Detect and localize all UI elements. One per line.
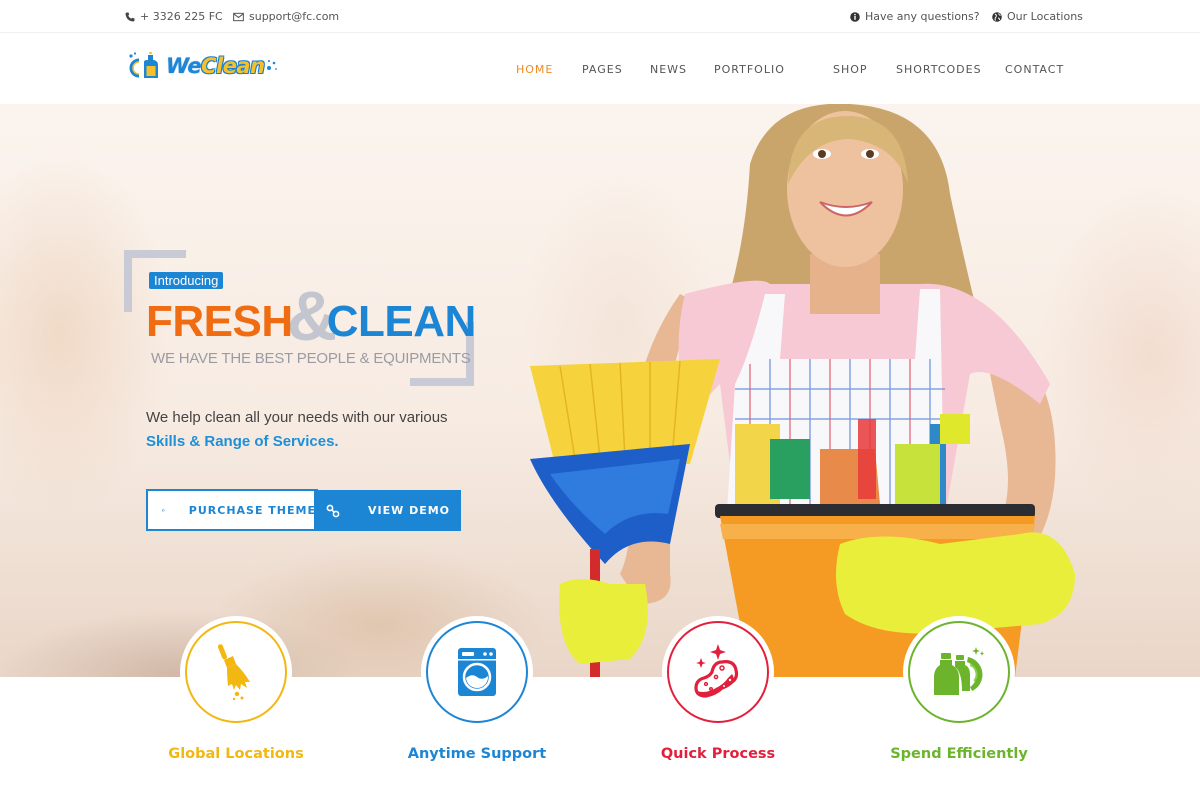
phone-number: + 3326 225 FC	[140, 10, 223, 23]
feature-title: Anytime Support	[407, 746, 547, 762]
feature-quick-process[interactable]	[662, 616, 774, 728]
feature-title: Global Locations	[168, 746, 304, 762]
feature-circle	[908, 621, 1010, 723]
locations-link[interactable]: Our Locations	[992, 10, 1083, 23]
link-icon	[326, 504, 340, 517]
introducing-badge: Introducing	[149, 272, 224, 289]
purchase-theme-button[interactable]: PURCHASE THEME	[146, 489, 318, 531]
info-icon	[850, 11, 860, 22]
envelope-icon	[233, 12, 244, 21]
nav-contact[interactable]: CONTACT	[1005, 63, 1064, 76]
view-demo-button[interactable]: VIEW DEMO	[314, 490, 461, 531]
logo[interactable]: WeClean	[126, 51, 279, 81]
feature-circle	[426, 621, 528, 723]
hero-headline: FRESH&CLEAN	[146, 281, 477, 351]
locations-label: Our Locations	[1007, 10, 1083, 23]
main-header: WeClean HOME PAGES NEWS PORTFOLIO SHOP S…	[0, 33, 1200, 104]
cleaning-bottles-icon	[934, 647, 985, 695]
nav-news[interactable]: NEWS	[650, 63, 687, 76]
feature-title: Quick Process	[660, 746, 776, 762]
nav-home[interactable]: HOME	[516, 63, 553, 76]
nav-shop[interactable]: SHOP	[833, 63, 868, 76]
hero-description: We help clean all your needs with our va…	[146, 409, 448, 426]
feature-anytime-support[interactable]	[421, 616, 533, 728]
washing-machine-icon	[458, 648, 496, 696]
purchase-theme-label: PURCHASE THEME	[188, 503, 316, 517]
questions-link[interactable]: Have any questions?	[850, 10, 980, 23]
hero-woman-image	[530, 104, 1075, 677]
feature-title: Spend Efficiently	[890, 746, 1028, 762]
nav-pages[interactable]: PAGES	[582, 63, 623, 76]
nav-portfolio[interactable]: PORTFOLIO	[714, 63, 785, 76]
email-address: support@fc.com	[249, 10, 340, 23]
feature-circle	[667, 621, 769, 723]
nav-shortcodes[interactable]: SHORTCODES	[896, 63, 982, 76]
broom-icon	[217, 644, 250, 701]
top-bar: + 3326 225 FC support@fc.com Have any qu…	[0, 0, 1200, 33]
feature-circle	[185, 621, 287, 723]
logo-text: WeClean	[166, 54, 265, 78]
phone-icon	[125, 12, 135, 21]
phone-contact[interactable]: + 3326 225 FC	[125, 10, 223, 23]
logo-bottle-icon	[129, 51, 158, 78]
headline-fresh: FRESH	[146, 297, 293, 346]
hero-slider: Introducing FRESH&CLEAN WE HAVE THE BEST…	[0, 104, 1200, 677]
features-section	[0, 677, 1200, 800]
hero-description-highlight: Skills & Range of Services.	[146, 433, 339, 450]
email-contact[interactable]: support@fc.com	[233, 10, 339, 23]
view-demo-label: VIEW DEMO	[368, 504, 451, 517]
feature-spend-efficiently[interactable]	[903, 616, 1015, 728]
logo-sparkle-icon	[266, 60, 277, 70]
headline-clean: CLEAN	[326, 297, 477, 346]
feature-global-locations[interactable]	[180, 616, 292, 728]
sponge-icon	[694, 644, 739, 698]
thumbs-up-icon	[162, 508, 165, 512]
globe-icon	[992, 11, 1002, 22]
questions-label: Have any questions?	[865, 10, 980, 23]
